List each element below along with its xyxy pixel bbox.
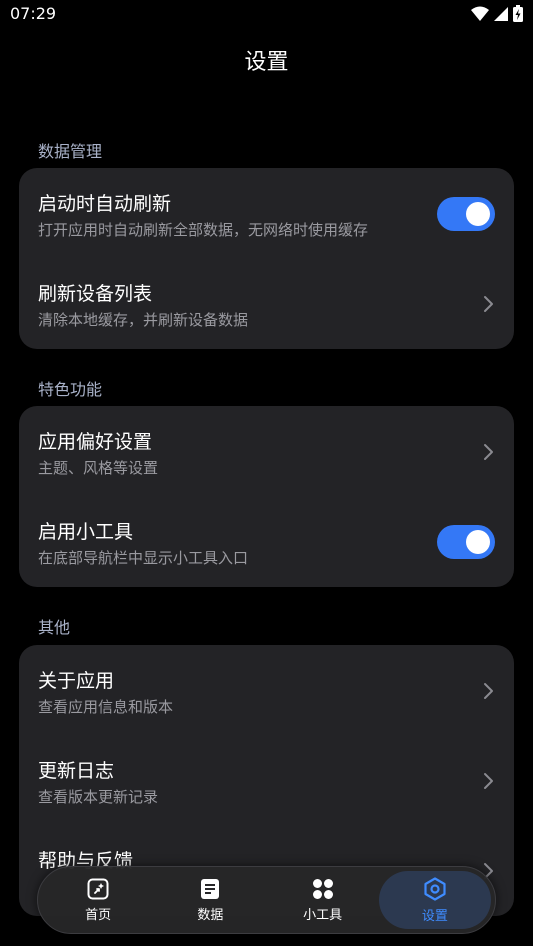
setting-subtitle: 在底部导航栏中显示小工具入口 (38, 549, 249, 567)
chevron-right-icon (484, 444, 493, 460)
section-title-other: 其他 (38, 618, 71, 637)
toggle-knob (466, 202, 490, 226)
setting-title: 启动时自动刷新 (38, 193, 172, 215)
toggle-knob (466, 530, 490, 554)
nav-item-home[interactable]: 首页 (42, 871, 154, 929)
setting-auto-refresh-on-start[interactable]: 启动时自动刷新 打开应用时自动刷新全部数据，无网络时使用缓存 (19, 168, 514, 258)
setting-subtitle: 打开应用时自动刷新全部数据，无网络时使用缓存 (38, 221, 369, 239)
status-bar: 07:29 (0, 0, 533, 30)
setting-title: 应用偏好设置 (38, 431, 153, 453)
enable-widgets-toggle[interactable] (437, 525, 495, 559)
nav-item-settings[interactable]: 设置 (378, 871, 491, 929)
chevron-right-icon (484, 773, 493, 789)
setting-enable-widgets[interactable]: 启用小工具 在底部导航栏中显示小工具入口 (19, 496, 514, 586)
cellular-signal-icon (494, 6, 508, 21)
nav-item-widgets[interactable]: 小工具 (267, 871, 379, 929)
home-icon (87, 878, 109, 899)
page-title: 设置 (244, 50, 289, 75)
settings-hexagon-icon (424, 876, 446, 901)
setting-title: 刷新设备列表 (38, 283, 153, 305)
wifi-icon (471, 6, 489, 21)
grid-icon (312, 878, 333, 899)
bottom-nav-bar: 首页 数据 小工具 设置 (37, 866, 496, 934)
section-title-features: 特色功能 (38, 380, 103, 399)
setting-about-app[interactable]: 关于应用 查看应用信息和版本 (19, 645, 514, 735)
nav-label: 设置 (421, 908, 448, 924)
setting-title: 启用小工具 (38, 521, 134, 543)
auto-refresh-toggle[interactable] (437, 197, 495, 231)
nav-item-data[interactable]: 数据 (154, 871, 266, 929)
chevron-right-icon (484, 683, 493, 699)
nav-label: 小工具 (303, 907, 343, 923)
setting-changelog[interactable]: 更新日志 查看版本更新记录 (19, 735, 514, 825)
nav-label: 首页 (85, 907, 112, 923)
setting-refresh-device-list[interactable]: 刷新设备列表 清除本地缓存，并刷新设备数据 (19, 258, 514, 348)
setting-title: 关于应用 (38, 670, 115, 692)
setting-title: 更新日志 (38, 760, 115, 782)
setting-subtitle: 清除本地缓存，并刷新设备数据 (38, 311, 249, 329)
setting-subtitle: 查看版本更新记录 (38, 788, 159, 806)
chevron-right-icon (484, 296, 493, 312)
setting-app-preferences[interactable]: 应用偏好设置 主题、风格等设置 (19, 406, 514, 496)
status-time: 07:29 (10, 4, 57, 23)
card-features: 应用偏好设置 主题、风格等设置 启用小工具 在底部导航栏中显示小工具入口 (19, 406, 514, 587)
section-title-data-management: 数据管理 (38, 142, 103, 161)
setting-subtitle: 主题、风格等设置 (38, 459, 159, 477)
nav-label: 数据 (197, 907, 224, 923)
card-data-management: 启动时自动刷新 打开应用时自动刷新全部数据，无网络时使用缓存 刷新设备列表 清除… (19, 168, 514, 349)
document-icon (201, 878, 220, 899)
battery-charging-icon (513, 5, 523, 22)
setting-subtitle: 查看应用信息和版本 (38, 698, 174, 716)
